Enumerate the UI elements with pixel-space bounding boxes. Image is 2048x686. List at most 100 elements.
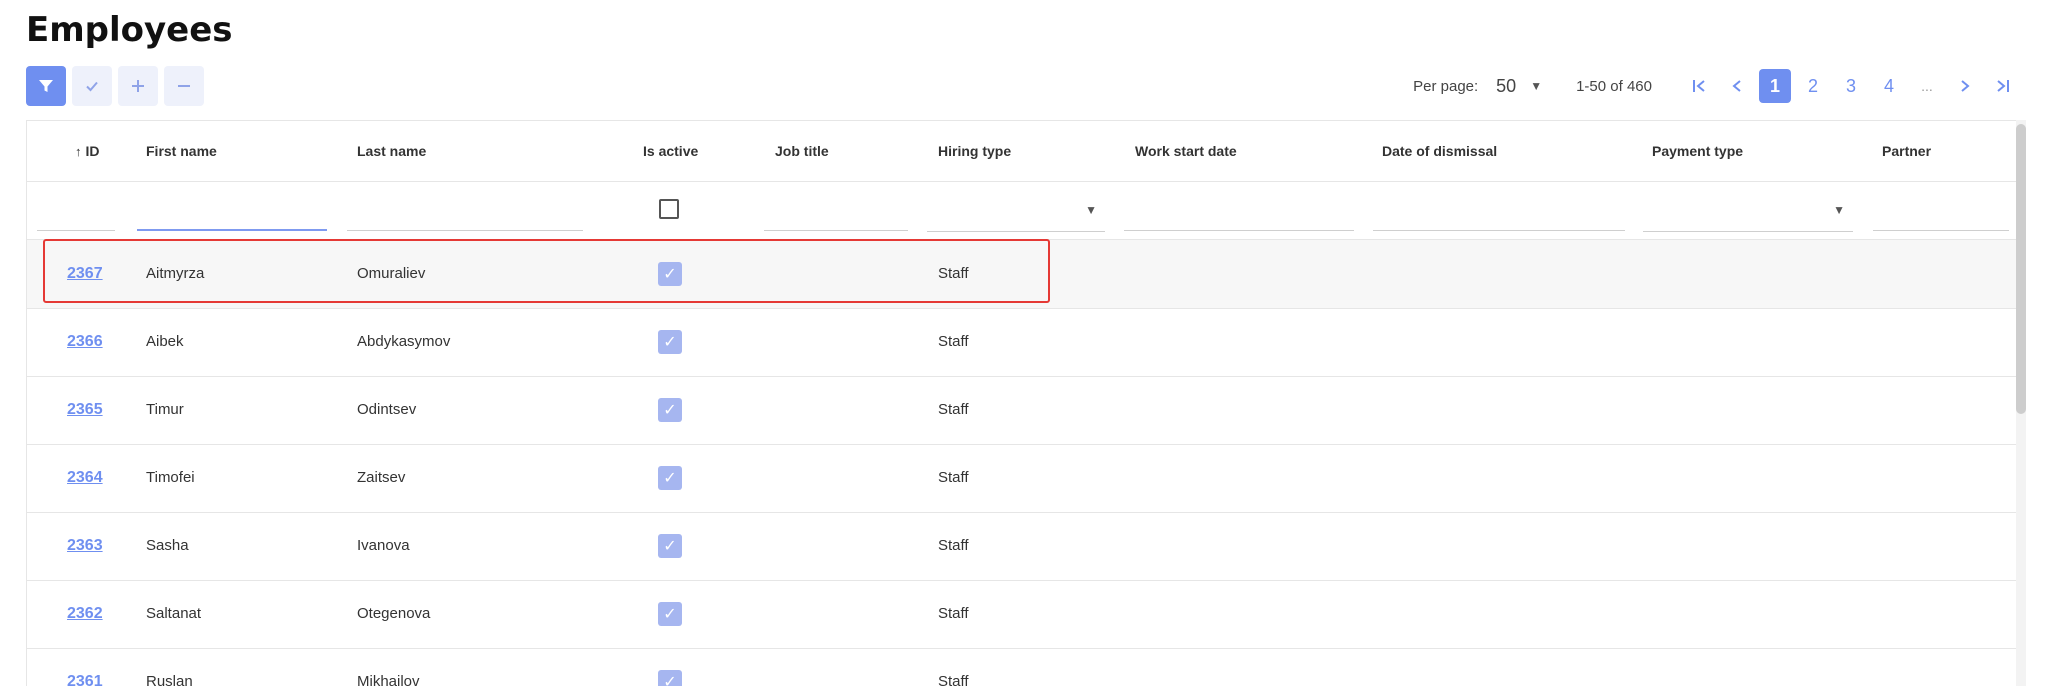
employee-id-link[interactable]: 2364 [67,444,103,512]
filter-first-name-input[interactable] [137,193,327,231]
is-active-checkbox[interactable]: ✓ [658,466,682,490]
pagination: Per page: 50 ▼ 1-50 of 460 1 2 3 4 ... [1413,66,2022,106]
employee-id-link[interactable]: 2367 [67,240,103,308]
last-name-cell: Omuraliev [357,265,426,282]
filter-id-input[interactable] [37,193,115,231]
column-header-first-name[interactable]: First name [146,121,217,181]
first-name-cell: Timur [146,401,184,418]
check-icon: ✓ [663,266,677,283]
column-header-hiring-type[interactable]: Hiring type [938,121,1011,181]
table-row[interactable]: 2365 Timur Odintsev ✓ Staff [27,376,2017,445]
last-name-cell: Mikhailov [357,673,420,686]
first-page-button[interactable] [1683,69,1715,103]
plus-icon [132,80,144,92]
hiring-type-cell: Staff [938,537,969,554]
employee-id-link[interactable]: 2362 [67,580,103,648]
check-icon: ✓ [663,538,677,555]
first-name-cell: Saltanat [146,605,202,622]
is-active-checkbox[interactable]: ✓ [658,670,682,686]
hiring-type-cell: Staff [938,333,969,350]
is-active-checkbox[interactable]: ✓ [658,602,682,626]
hiring-type-cell: Staff [938,401,969,418]
filter-hiring-type-select[interactable]: ▼ [927,193,1105,232]
filter-work-start-date-input[interactable] [1124,193,1354,231]
remove-button[interactable] [164,66,204,106]
next-page-button[interactable] [1949,69,1981,103]
table-row[interactable]: 2366 Aibek Abdykasymov ✓ Staff [27,308,2017,377]
first-name-cell: Aitmyrza [146,265,205,282]
first-name-cell: Sasha [146,537,189,554]
check-icon: ✓ [663,470,677,487]
employees-table: ↑ ID First name Last name Is active Job t… [26,120,2018,686]
first-name-cell: Aibek [146,333,184,350]
check-icon: ✓ [663,674,677,686]
last-page-icon [1997,80,2009,92]
hiring-type-cell: Staff [938,673,969,686]
last-name-cell: Zaitsev [357,469,406,486]
caret-down-icon: ▼ [1530,79,1543,93]
column-header-job-title[interactable]: Job title [775,121,829,181]
first-page-icon [1693,80,1705,92]
filter-payment-type-select[interactable]: ▼ [1643,193,1853,232]
column-header-payment-type[interactable]: Payment type [1652,121,1743,181]
check-icon: ✓ [663,402,677,419]
table-row[interactable]: 2363 Sasha Ivanova ✓ Staff [27,512,2017,581]
column-header-id[interactable]: ↑ ID [75,121,100,181]
filter-partner-input[interactable] [1873,193,2009,231]
vertical-scrollbar-thumb[interactable] [2016,124,2026,414]
employee-id-link[interactable]: 2363 [67,512,103,580]
is-active-checkbox[interactable]: ✓ [658,398,682,422]
last-name-cell: Odintsev [357,401,417,418]
page-3-button[interactable]: 3 [1835,69,1867,103]
filter-row: ▼ ▼ [27,181,2017,240]
employees-page: Employees Per page: 50 ▼ 1-50 of 460 1 2… [0,0,2048,686]
hiring-type-cell: Staff [938,605,969,622]
filter-job-title-input[interactable] [764,193,908,231]
select-all-button[interactable] [72,66,112,106]
table-row[interactable]: 2367 Aitmyrza Omuraliev ✓ Staff [27,240,2017,309]
employee-id-link[interactable]: 2361 [67,648,103,686]
last-page-button[interactable] [1987,69,2019,103]
hiring-type-cell: Staff [938,265,969,282]
filter-icon [39,80,53,92]
column-header-is-active[interactable]: Is active [643,121,698,181]
page-1-button[interactable]: 1 [1759,69,1791,103]
column-header-last-name[interactable]: Last name [357,121,426,181]
caret-down-icon: ▼ [1833,203,1845,217]
column-header-work-start-date[interactable]: Work start date [1135,121,1237,181]
column-header-date-of-dismissal[interactable]: Date of dismissal [1382,121,1497,181]
last-name-cell: Abdykasymov [357,333,451,350]
page-2-button[interactable]: 2 [1797,69,1829,103]
filter-date-of-dismissal-input[interactable] [1373,193,1625,231]
chevron-right-icon [1961,80,1970,92]
table-row[interactable]: 2362 Saltanat Otegenova ✓ Staff [27,580,2017,649]
is-active-checkbox[interactable]: ✓ [658,262,682,286]
first-name-cell: Ruslan [146,673,193,686]
per-page-value: 50 [1496,75,1517,96]
table-row[interactable]: 2361 Ruslan Mikhailov ✓ Staff [27,648,2017,686]
filter-last-name-input[interactable] [347,193,583,231]
employee-id-link[interactable]: 2366 [67,308,103,376]
chevron-left-icon [1732,80,1741,92]
hiring-type-cell: Staff [938,469,969,486]
is-active-checkbox[interactable]: ✓ [658,534,682,558]
add-button[interactable] [118,66,158,106]
first-name-cell: Timofei [146,469,195,486]
page-title: Employees [26,10,233,50]
column-header-partner[interactable]: Partner [1882,121,1931,181]
toolbar [26,66,204,106]
employee-id-link[interactable]: 2365 [67,376,103,444]
per-page-select[interactable]: 50 ▼ [1496,76,1542,97]
check-icon: ✓ [663,334,677,351]
filter-is-active-checkbox[interactable] [659,199,679,219]
last-name-cell: Otegenova [357,605,431,622]
is-active-checkbox[interactable]: ✓ [658,330,682,354]
table-row[interactable]: 2364 Timofei Zaitsev ✓ Staff [27,444,2017,513]
page-4-button[interactable]: 4 [1873,69,1905,103]
page-ellipsis: ... [1921,78,1933,94]
prev-page-button[interactable] [1721,69,1753,103]
page-range: 1-50 of 460 [1576,77,1652,95]
filter-button[interactable] [26,66,66,106]
caret-down-icon: ▼ [1085,203,1097,217]
minus-icon [178,85,190,87]
